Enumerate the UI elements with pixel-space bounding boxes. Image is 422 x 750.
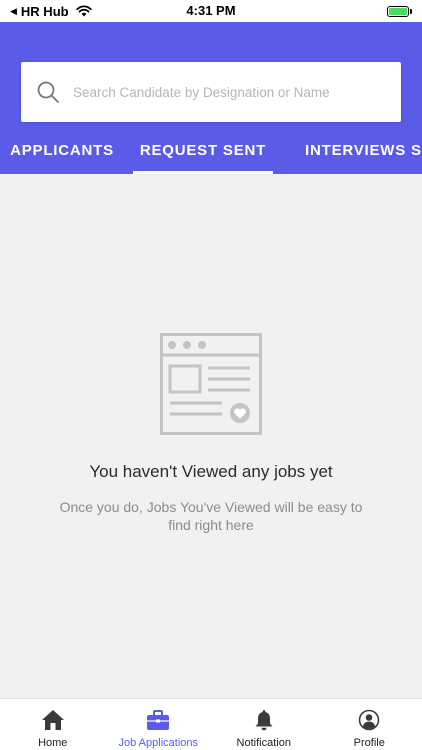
nav-notification[interactable]: Notification [211,699,317,750]
tab-bar: APPLICANTS REQUEST SENT INTERVIEWS SCHED… [0,126,422,174]
status-bar: ◀ HR Hub 4:31 PM [0,0,422,22]
battery-icon [387,5,412,17]
search-icon [35,79,61,105]
tab-applicants[interactable]: APPLICANTS [0,126,124,174]
wifi-icon [75,5,92,17]
nav-label: Profile [353,737,385,749]
nav-profile[interactable]: Profile [317,699,422,750]
bottom-nav: Home Job Applications Notification Profi… [0,698,422,750]
tab-label: INTERVIEWS SCHEDULED [305,141,422,159]
home-icon [41,709,65,731]
profile-icon [358,709,380,731]
search-box[interactable] [21,62,401,122]
empty-state-title: You haven't Viewed any jobs yet [89,462,333,481]
bell-icon [254,709,274,731]
empty-state: You haven't Viewed any jobs yet Once you… [0,174,422,698]
back-app-label: HR Hub [20,3,69,19]
nav-label: Home [38,737,68,749]
nav-job-applications[interactable]: Job Applications [106,699,212,750]
nav-label: Job Applications [118,737,199,749]
back-to-app[interactable]: ◀ HR Hub [10,4,92,19]
empty-state-subtitle: Once you do, Jobs You've Viewed will be … [59,499,363,533]
header: APPLICANTS REQUEST SENT INTERVIEWS SCHED… [0,22,422,174]
back-arrow-icon: ◀ [10,5,17,16]
browser-page-icon [160,333,262,435]
briefcase-icon [146,709,170,731]
tab-interviews-scheduled[interactable]: INTERVIEWS SCHEDULED [295,126,422,174]
tab-request-sent[interactable]: REQUEST SENT [133,126,273,174]
tab-label: APPLICANTS [10,141,114,159]
search-input[interactable] [73,84,373,100]
tab-label: REQUEST SENT [139,141,267,159]
nav-label: Notification [236,737,291,749]
nav-home[interactable]: Home [0,699,106,750]
